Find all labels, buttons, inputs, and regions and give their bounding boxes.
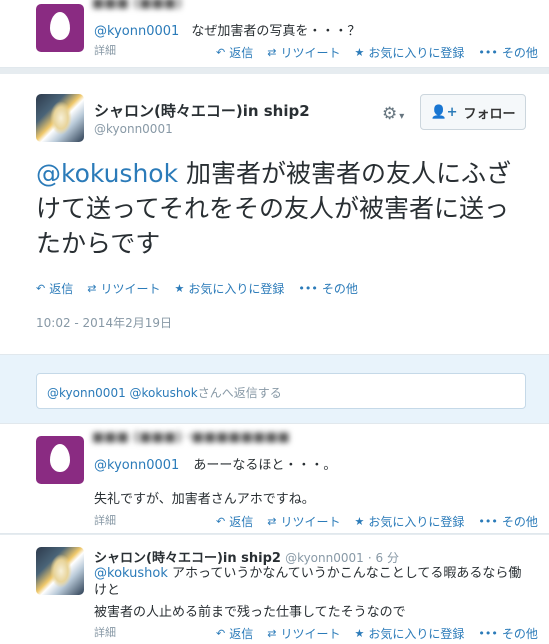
tweet-actions: ↶ 返信 ⇄ リツイート ★ お気に入りに登録 ••• その他 [216, 44, 549, 61]
mention-link[interactable]: @kokushok [36, 159, 178, 188]
star-icon: ★ [354, 627, 365, 640]
reply-button[interactable]: ↶ 返信 [216, 44, 253, 61]
retweet-button[interactable]: ⇄ リツイート [267, 625, 340, 642]
avatar[interactable] [36, 547, 84, 595]
reply-icon: ↶ [36, 282, 46, 295]
avatar[interactable] [36, 4, 84, 52]
tweet-text-line2: 被害者の人止める前まで残った仕事してたそうなので [94, 605, 406, 620]
reply-button[interactable]: ↶ 返信 [216, 625, 253, 642]
blurred-name: ■■■ (■■■) ·■■■■■■■■ [92, 430, 290, 445]
favorite-button[interactable]: ★ お気に入りに登録 [354, 625, 464, 642]
follow-button[interactable]: 👤+ フォロー [420, 94, 526, 130]
gear-icon: ⚙ [382, 104, 398, 124]
mention-link[interactable]: @kyonn0001 [94, 24, 179, 39]
tweet-reply: ■■■ (■■■) ·■■■■■■■■ @kyonn0001 あーーなるほと・・… [0, 424, 549, 534]
mention-link[interactable]: @kokushok [94, 566, 168, 581]
reply-icon: ↶ [216, 515, 226, 528]
details-link[interactable]: 詳細 [94, 624, 116, 640]
reply-box-area: @kyonn0001 @kokushokさんへ返信する [0, 354, 549, 424]
favorite-button[interactable]: ★ お気に入りに登録 [354, 513, 464, 530]
chevron-down-icon: ▾ [399, 111, 405, 122]
add-user-icon: 👤+ [430, 104, 458, 120]
mention-link[interactable]: @kyonn0001 [94, 458, 179, 473]
reply-button[interactable]: ↶ 返信 [36, 280, 73, 297]
tweet-text-line2: 失礼ですが、加害者さんアホですね。 [94, 492, 315, 507]
star-icon: ★ [354, 46, 365, 59]
screen-name[interactable]: @kyonn0001 [285, 551, 364, 565]
favorite-button[interactable]: ★ お気に入りに登録 [174, 280, 284, 297]
tweet-reply: シャロン(時々エコー)in ship2 @kyonn0001 · 6 分 @ko… [0, 535, 549, 644]
reply-icon: ↶ [216, 46, 226, 59]
avatar[interactable] [36, 94, 84, 142]
tweet-top: ■■■ (■■■) @kyonn0001 なぜ加害者の写真を・・・？ 詳細 ↶ 返… [0, 0, 549, 68]
user-dropdown-button[interactable]: ⚙ ▾ [382, 104, 404, 124]
more-button[interactable]: ••• その他 [478, 44, 537, 61]
favorite-button[interactable]: ★ お気に入りに登録 [354, 44, 464, 61]
tweet-text: @kokushok アホっていうかなんていうかこんなことしてる暇あるなら働けと [94, 566, 522, 598]
tweet-time[interactable]: · 6 分 [368, 551, 399, 565]
display-name[interactable]: シャロン(時々エコー)in ship2 [94, 100, 310, 121]
reply-mentions: @kyonn0001 @kokushok [47, 386, 198, 400]
retweet-button[interactable]: ⇄ リツイート [267, 44, 340, 61]
star-icon: ★ [354, 515, 365, 528]
tweet-actions: ↶ 返信 ⇄ リツイート ★ お気に入りに登録 ••• その他 [216, 625, 549, 642]
blurred-name: ■■■ (■■■) [92, 0, 183, 11]
more-button[interactable]: ••• その他 [298, 280, 357, 297]
more-button[interactable]: ••• その他 [478, 625, 537, 642]
timestamp[interactable]: 10:02 - 2014年2月19日 [36, 314, 172, 331]
star-icon: ★ [174, 282, 185, 295]
retweet-icon: ⇄ [267, 515, 277, 528]
avatar[interactable] [36, 436, 84, 484]
tweet-actions: ↶ 返信 ⇄ リツイート ★ お気に入りに登録 ••• その他 [36, 280, 372, 297]
display-name[interactable]: シャロン(時々エコー)in ship2 [94, 551, 281, 566]
more-button[interactable]: ••• その他 [478, 513, 537, 530]
reply-placeholder: さんへ返信する [197, 386, 282, 400]
retweet-icon: ⇄ [267, 627, 277, 640]
reply-icon: ↶ [216, 627, 226, 640]
tweet-text: あーーなるほと・・・。 [193, 458, 337, 473]
screen-name[interactable]: @kyonn0001 [94, 122, 173, 136]
more-icon: ••• [478, 515, 498, 528]
retweet-icon: ⇄ [267, 46, 277, 59]
retweet-button[interactable]: ⇄ リツイート [87, 280, 160, 297]
tweet-main: シャロン(時々エコー)in ship2 @kyonn0001 ⚙ ▾ 👤+ フォロー… [0, 74, 549, 354]
more-icon: ••• [478, 627, 498, 640]
retweet-icon: ⇄ [87, 282, 97, 295]
reply-button[interactable]: ↶ 返信 [216, 513, 253, 530]
details-link[interactable]: 詳細 [94, 512, 116, 528]
reply-input[interactable]: @kyonn0001 @kokushokさんへ返信する [36, 373, 526, 409]
details-link[interactable]: 詳細 [94, 42, 116, 58]
tweet-actions: ↶ 返信 ⇄ リツイート ★ お気に入りに登録 ••• その他 [216, 513, 549, 530]
tweet-text: @kokushok 加害者が被害者の友人にふざけて送ってそれをその友人が被害者に… [36, 159, 512, 258]
more-icon: ••• [298, 282, 318, 295]
retweet-button[interactable]: ⇄ リツイート [267, 513, 340, 530]
tweet-text: なぜ加害者の写真を・・・？ [191, 24, 361, 39]
more-icon: ••• [478, 46, 498, 59]
